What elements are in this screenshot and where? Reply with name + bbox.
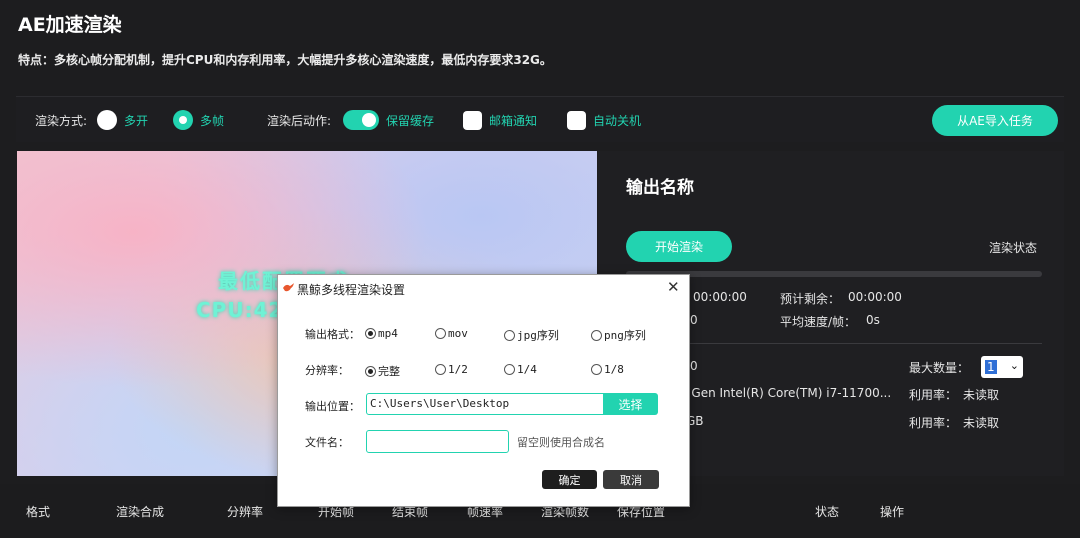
mode-multi-open-radio[interactable]: 多开 [97,97,148,143]
auto-shutdown-checkbox[interactable]: 自动关机 [567,97,641,143]
radio-unchecked-icon [591,329,602,341]
remaining-value: 00:00:00 [848,290,902,304]
ok-button[interactable]: 确定 [542,470,597,489]
chevron-down-icon: ⌄ [1009,359,1019,372]
keep-cache-toggle[interactable]: 保留缓存 [343,97,434,143]
remaining-label: 预计剩余： [780,292,841,306]
mode-multi-frame-radio[interactable]: 多帧 [173,97,224,143]
radio-unchecked-icon [435,364,446,375]
import-from-ae-button[interactable]: 从AE导入任务 [932,105,1058,136]
page-subtitle: 特点：多核心帧分配机制，提升CPU和内存利用率，大幅提升多核心渲染速度，最低内存… [18,53,552,67]
col-format: 格式 [26,505,51,519]
resolution-half-radio[interactable]: 1/2 [435,363,468,376]
format-png-radio[interactable]: png序列 [591,327,646,343]
format-jpg-radio[interactable]: jpg序列 [504,327,559,343]
close-icon[interactable]: ✕ [667,278,680,296]
email-notify-checkbox[interactable]: 邮箱通知 [463,97,537,143]
frames-value: 0 [690,313,698,327]
avg-speed-value: 0s [866,313,880,327]
resolution-label: 分辨率： [305,364,349,377]
checkbox-unchecked-icon [567,110,586,130]
page-title: AE加速渲染 [18,14,122,36]
output-name: 输出名称 [626,178,694,198]
mem-util-value: 未读取 [963,416,1000,430]
radio-checked-icon [365,365,376,377]
mem-util-label: 利用率： [909,416,958,430]
output-location-input[interactable]: C:\Users\User\Desktop [366,393,604,415]
radio-unchecked-icon [591,364,602,375]
col-status: 状态 [815,505,840,519]
elapsed-time: 00:00:00 [693,290,747,304]
col-composition: 渲染合成 [116,505,165,519]
radio-unchecked-icon [435,328,446,339]
radio-unchecked-icon [97,110,117,130]
cpu-util-value: 未读取 [963,388,1000,402]
whale-logo-icon [283,283,294,292]
radio-checked-icon [173,110,193,130]
choose-location-button[interactable]: 选择 [603,393,658,415]
resolution-quarter-radio[interactable]: 1/4 [504,363,537,376]
avg-speed-label: 平均速度/帧： [780,315,857,329]
cancel-button[interactable]: 取消 [603,470,659,489]
format-label: 输出格式： [305,328,360,341]
col-resolution: 分辨率 [227,505,264,519]
start-render-button[interactable]: 开始渲染 [626,231,732,262]
resolution-eighth-radio[interactable]: 1/8 [591,363,624,376]
max-count-select[interactable]: 1 ⌄ [981,356,1023,378]
radio-unchecked-icon [504,329,515,341]
format-mp4-radio[interactable]: mp4 [365,327,398,340]
format-mov-radio[interactable]: mov [435,327,468,340]
render-settings-dialog: 黑鲸多线程渲染设置 ✕ 输出格式： mp4 mov jpg序列 png序列 分辨… [277,274,690,507]
after-render-label: 渲染后动作: [267,113,332,128]
location-label: 输出位置： [305,400,360,413]
radio-unchecked-icon [504,364,515,375]
filename-hint: 留空则使用合成名 [517,436,605,449]
col-actions: 操作 [880,505,905,519]
dialog-title: 黑鲸多线程渲染设置 [297,283,406,297]
cpu-util-label: 利用率： [909,388,958,402]
cpu-info: h Gen Intel(R) Core(TM) i7-11700... [680,386,892,400]
resolution-full-radio[interactable]: 完整 [365,363,400,379]
toggle-on-icon [343,110,379,130]
filename-input[interactable] [366,430,509,453]
options-bar: 渲染方式: 多开 多帧 渲染后动作: 保留缓存 邮箱通知 自动关机 从AE导入任… [16,96,1064,142]
render-mode-label: 渲染方式: [35,113,88,128]
checkbox-unchecked-icon [463,110,482,130]
max-count-label: 最大数量： [909,361,970,375]
radio-checked-icon [365,328,376,339]
row3-value: 0 [690,359,698,373]
filename-label: 文件名： [305,436,349,449]
render-status-label: 渲染状态 [989,241,1038,255]
preview-overlay-cpu: CPU:42 [196,298,284,322]
